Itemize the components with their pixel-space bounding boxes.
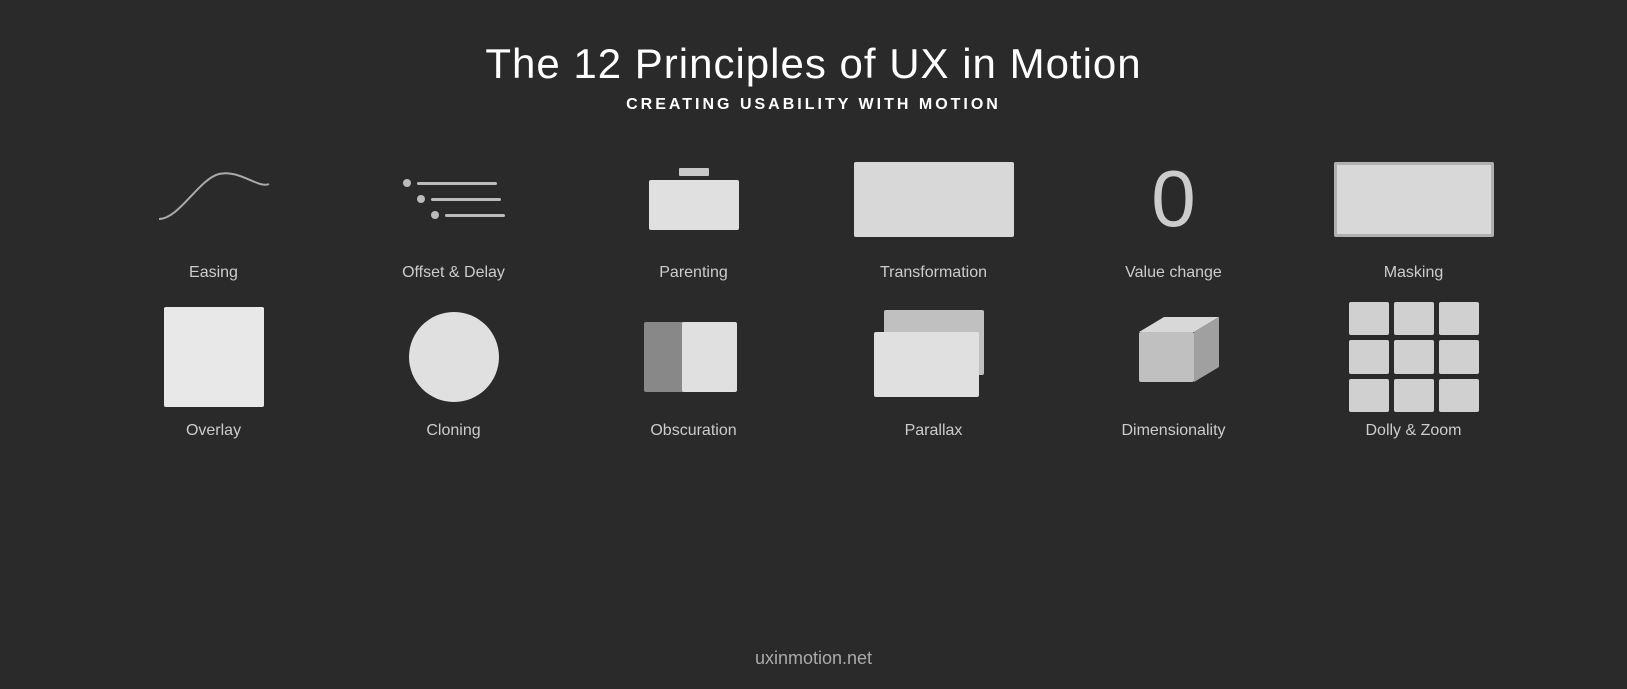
page-title: The 12 Principles of UX in Motion [485,40,1141,88]
dimensionality-label: Dimensionality [1121,422,1225,440]
transformation-icon-area [814,144,1054,254]
offset-bar-3 [445,214,505,217]
offset-bar-1 [417,182,497,185]
offset-bar-2 [431,198,501,201]
overlay-icon [164,307,264,407]
offset-dot-1 [403,179,411,187]
page-subtitle: CREATING USABILITY WITH MOTION [485,96,1141,114]
parenting-icon [649,168,739,230]
obscuration-icon-area [574,302,814,412]
dolly-cell-9 [1439,379,1479,412]
principle-cloning: Cloning [334,302,574,440]
dolly-cell-8 [1394,379,1434,412]
overlay-icon-area [94,302,334,412]
principle-masking: Masking [1294,144,1534,282]
masking-label: Masking [1384,264,1444,282]
overlay-label: Overlay [186,422,241,440]
principle-parallax: Parallax [814,302,1054,440]
principle-easing: Easing [94,144,334,282]
footer-url: uxinmotion.net [755,648,872,668]
parallax-icon [874,310,994,405]
offset-dot-2 [417,195,425,203]
principle-obscuration: Obscuration [574,302,814,440]
principle-dolly-zoom: Dolly & Zoom [1294,302,1534,440]
principle-offset-delay: Offset & Delay [334,144,574,282]
parenting-label: Parenting [659,264,728,282]
dolly-zoom-label: Dolly & Zoom [1365,422,1461,440]
offset-delay-icon [403,179,505,219]
transformation-label: Transformation [880,264,987,282]
offset-line-1 [403,179,505,187]
principle-value-change: 0 Value change [1054,144,1294,282]
parallax-front-rect [874,332,979,397]
cloning-label: Cloning [426,422,480,440]
dolly-cell-3 [1439,302,1479,335]
offset-line-2 [417,195,505,203]
dolly-zoom-icon-area [1294,302,1534,412]
dolly-cell-4 [1349,340,1389,373]
parenting-big-rect [649,180,739,230]
dimensionality-icon [1124,312,1224,402]
obscuration-front-rect [682,322,737,392]
dolly-zoom-icon [1349,302,1479,412]
parallax-label: Parallax [905,422,963,440]
offset-line-3 [431,211,505,219]
value-change-label: Value change [1125,264,1222,282]
value-change-icon-area: 0 [1054,144,1294,254]
principle-overlay: Overlay [94,302,334,440]
dolly-cell-1 [1349,302,1389,335]
dimensionality-icon-area [1054,302,1294,412]
principles-grid: Easing [0,144,1627,450]
easing-icon-area [94,144,334,254]
value-change-icon: 0 [1151,159,1196,239]
principle-parenting: Parenting [574,144,814,282]
row-2: Overlay Cloning Obscuration [60,302,1567,450]
offset-dot-3 [431,211,439,219]
cloning-icon [409,312,499,402]
easing-icon [149,164,279,234]
page-header: The 12 Principles of UX in Motion CREATI… [485,40,1141,114]
dolly-cell-5 [1394,340,1434,373]
obscuration-label: Obscuration [650,422,736,440]
offset-delay-label: Offset & Delay [402,264,505,282]
easing-label: Easing [189,264,238,282]
obscuration-icon [644,312,744,402]
parallax-icon-area [814,302,1054,412]
transformation-icon [854,162,1014,237]
masking-icon [1334,162,1494,237]
dolly-cell-6 [1439,340,1479,373]
row-1: Easing [60,144,1567,292]
parenting-icon-area [574,144,814,254]
masking-icon-area [1294,144,1534,254]
offset-delay-icon-area [334,144,574,254]
cloning-icon-area [334,302,574,412]
principle-transformation: Transformation [814,144,1054,282]
principle-dimensionality: Dimensionality [1054,302,1294,440]
dolly-cell-2 [1394,302,1434,335]
footer: uxinmotion.net [755,648,872,689]
parenting-small-rect [679,168,709,176]
dolly-cell-7 [1349,379,1389,412]
